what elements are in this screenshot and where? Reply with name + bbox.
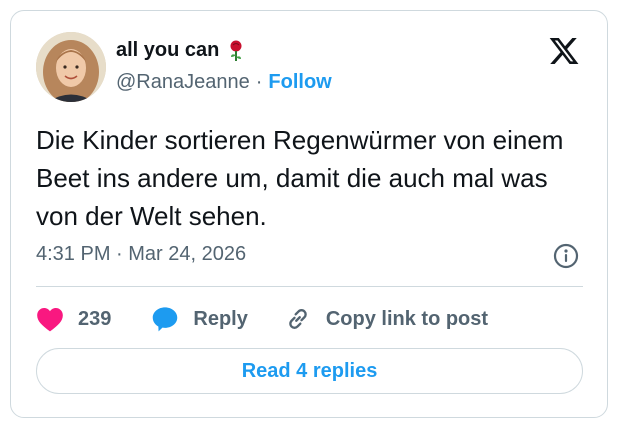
- copy-link-label: Copy link to post: [325, 307, 489, 330]
- info-icon[interactable]: [553, 243, 579, 269]
- avatar-image: [36, 32, 106, 102]
- author-name-row[interactable]: all you can: [116, 39, 245, 62]
- x-logo-icon[interactable]: [547, 35, 581, 67]
- tweet-card: all you can @RanaJeanne · Follow Die Kin…: [10, 10, 608, 418]
- divider: [36, 286, 583, 287]
- tweet-timestamp[interactable]: 4:31 PM · Mar 24, 2026: [36, 243, 246, 266]
- link-icon: [289, 309, 307, 329]
- tweet-text: Die Kinder sortieren Regenwürmer von ein…: [36, 125, 564, 231]
- author-display-name[interactable]: all you can: [116, 39, 219, 62]
- read-replies-button[interactable]: Read 4 replies: [36, 348, 583, 394]
- handle-row: @RanaJeanne · Follow: [116, 71, 332, 94]
- author-handle[interactable]: @RanaJeanne: [116, 71, 250, 94]
- heart-icon: [37, 308, 63, 332]
- copy-link-button[interactable]: Copy link to post: [284, 305, 488, 333]
- reply-label: Reply: [193, 307, 248, 330]
- follow-link[interactable]: Follow: [268, 71, 331, 94]
- action-bar: 239 Reply Copy link to post: [36, 303, 488, 335]
- reply-bubble-icon: [153, 307, 178, 332]
- like-count: 239: [78, 307, 112, 330]
- separator-dot: ·: [255, 71, 263, 93]
- rose-icon: [230, 40, 242, 61]
- reply-button[interactable]: Reply: [151, 305, 248, 333]
- like-button[interactable]: 239: [36, 306, 111, 332]
- avatar[interactable]: [36, 32, 106, 102]
